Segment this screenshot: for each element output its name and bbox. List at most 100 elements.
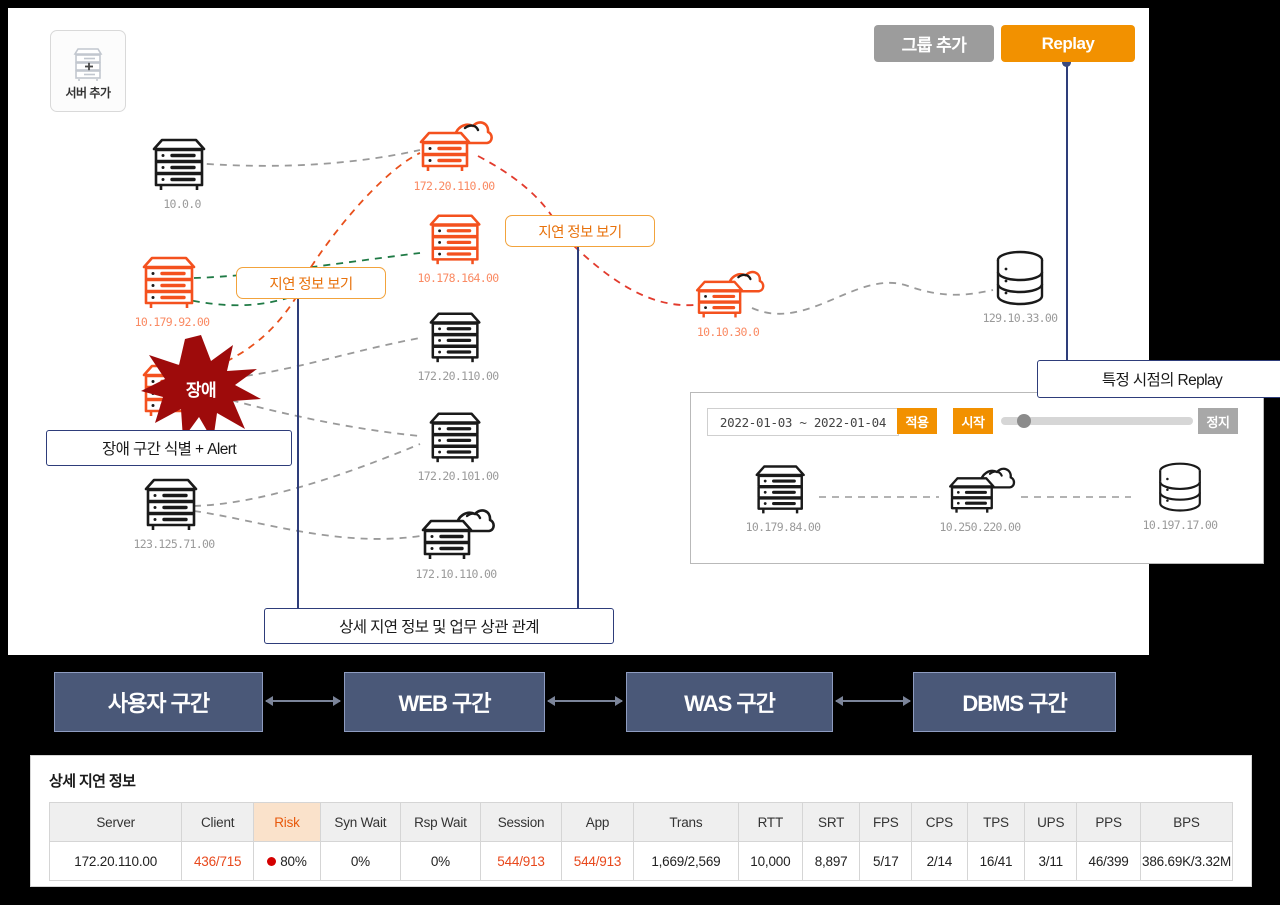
col-server[interactable]: Server bbox=[48, 802, 183, 842]
server-icon bbox=[152, 138, 206, 190]
col-risk[interactable]: Risk bbox=[253, 802, 321, 842]
replay-node-10-179-84-00[interactable]: 10.179.84.00 bbox=[735, 459, 831, 534]
zone-web[interactable]: WEB 구간 bbox=[344, 672, 545, 732]
callout-fault-alert[interactable]: 장애 구간 식별 + Alert bbox=[46, 430, 292, 466]
add-server-button[interactable]: 서버 추가 bbox=[50, 30, 126, 112]
zone-label: WEB 구간 bbox=[398, 691, 492, 716]
cell-ups: 3/11 bbox=[1024, 841, 1078, 881]
node-123-125-71-00[interactable]: 123.125.71.00 bbox=[126, 472, 222, 551]
replay-node-10-197-17-00[interactable]: 10.197.17.00 bbox=[1132, 459, 1228, 532]
node-172-20-110-00[interactable]: 172.20.110.00 bbox=[410, 306, 506, 383]
cell-rtt: 10,000 bbox=[737, 841, 803, 881]
replay-panel: 2022-01-03 ~ 2022-01-04 적용 시작 정지 10.179.… bbox=[690, 392, 1264, 564]
replay-node-10-250-220-00[interactable]: 10.250.220.00 bbox=[932, 463, 1028, 534]
node-172-20-101-00[interactable]: 172.20.101.00 bbox=[410, 406, 506, 483]
zone-label: WAS 구간 bbox=[684, 691, 776, 716]
node-172-20-110-00-cloud[interactable]: 172.20.110.00 bbox=[406, 116, 502, 193]
apply-button[interactable]: 적용 bbox=[897, 408, 937, 434]
server-icon bbox=[429, 312, 481, 363]
callout-detail-latency[interactable]: 상세 지연 정보 및 업무 상관 관계 bbox=[264, 608, 614, 644]
date-range-input[interactable]: 2022-01-03 ~ 2022-01-04 bbox=[707, 408, 899, 436]
table-row[interactable]: 172.20.110.00 436/715 80% 0% 0% 544/913 … bbox=[48, 841, 1233, 881]
node-ip: 10.179.92.00 bbox=[134, 315, 210, 329]
node-10-0-0[interactable]: 10.0.0 bbox=[134, 132, 230, 211]
node-10-179-92-00[interactable]: 10.179.92.00 bbox=[124, 250, 220, 329]
col-rtt[interactable]: RTT bbox=[737, 802, 803, 842]
risk-value: 80% bbox=[280, 853, 307, 869]
database-icon bbox=[1159, 462, 1201, 512]
node-ip: 129.10.33.00 bbox=[982, 311, 1058, 325]
server-plus-icon bbox=[73, 47, 103, 81]
stop-label: 정지 bbox=[1206, 414, 1230, 430]
cell-srt: 8,897 bbox=[801, 841, 861, 881]
callout-latency-1[interactable]: 지연 정보 보기 bbox=[236, 267, 386, 299]
node-ip: 10.178.164.00 bbox=[417, 271, 500, 285]
col-bps[interactable]: BPS bbox=[1140, 802, 1233, 842]
node-129-10-33-00-db[interactable]: 129.10.33.00 bbox=[972, 248, 1068, 325]
col-app[interactable]: App bbox=[561, 802, 634, 842]
add-server-label: 서버 추가 bbox=[65, 85, 112, 100]
zone-bar: 사용자 구간 WEB 구간 WAS 구간 DBMS 구간 bbox=[0, 672, 1280, 734]
callout-latency-2[interactable]: 지연 정보 보기 bbox=[505, 215, 655, 247]
start-button[interactable]: 시작 bbox=[953, 408, 993, 434]
node-ip: 123.125.71.00 bbox=[133, 537, 216, 551]
database-icon bbox=[996, 250, 1044, 306]
col-trans[interactable]: Trans bbox=[632, 802, 739, 842]
node-172-10-110-00-cloud[interactable]: 172.10.110.00 bbox=[408, 504, 504, 581]
server-icon bbox=[429, 214, 481, 265]
node-ip: 172.20.110.00 bbox=[413, 179, 496, 193]
zone-arrow-2 bbox=[547, 696, 623, 706]
stop-button[interactable]: 정지 bbox=[1198, 408, 1238, 434]
callout-line-detail-left bbox=[297, 288, 299, 618]
replay-button[interactable]: Replay bbox=[1001, 25, 1135, 62]
col-fps[interactable]: FPS bbox=[859, 802, 913, 842]
detail-table-title: 상세 지연 정보 bbox=[49, 773, 136, 790]
callout-replay-timepoint[interactable]: 특정 시점의 Replay bbox=[1037, 360, 1280, 398]
node-ip: 10.197.17.00 bbox=[1142, 518, 1218, 532]
replay-label: Replay bbox=[1041, 33, 1095, 53]
replay-slider-thumb[interactable] bbox=[1017, 414, 1031, 428]
col-client[interactable]: Client bbox=[181, 802, 255, 842]
col-syn-wait[interactable]: Syn Wait bbox=[319, 802, 401, 842]
callout-line-replay bbox=[1066, 63, 1068, 376]
callout-label: 지연 정보 보기 bbox=[538, 224, 622, 241]
col-srt[interactable]: SRT bbox=[801, 802, 861, 842]
group-add-label: 그룹 추가 bbox=[901, 36, 967, 55]
cloud-server-icon bbox=[421, 509, 495, 559]
node-ip: 10.10.30.0 bbox=[696, 325, 760, 339]
fault-burst-badge[interactable]: 장애 bbox=[141, 333, 261, 443]
cell-tps: 16/41 bbox=[966, 841, 1026, 881]
detail-latency-panel: 상세 지연 정보 Server Client Risk Syn Wait Rsp… bbox=[30, 755, 1252, 887]
start-label: 시작 bbox=[961, 414, 985, 430]
server-icon bbox=[142, 256, 196, 308]
col-rsp-wait[interactable]: Rsp Wait bbox=[399, 802, 481, 842]
col-cps[interactable]: CPS bbox=[911, 802, 968, 842]
risk-dot-icon bbox=[267, 857, 277, 867]
cloud-server-icon bbox=[949, 467, 1016, 513]
apply-label: 적용 bbox=[905, 414, 929, 430]
cell-app: 544/913 bbox=[561, 841, 634, 881]
zone-user[interactable]: 사용자 구간 bbox=[54, 672, 263, 732]
zone-arrow-1 bbox=[265, 696, 341, 706]
node-ip: 172.10.110.00 bbox=[415, 567, 498, 581]
node-10-10-30-0-cloud[interactable]: 10.10.30.0 bbox=[680, 266, 776, 339]
col-session[interactable]: Session bbox=[479, 802, 563, 842]
col-pps[interactable]: PPS bbox=[1076, 802, 1142, 842]
server-icon bbox=[755, 465, 805, 514]
node-ip: 10.250.220.00 bbox=[939, 520, 1022, 534]
node-10-178-164-00[interactable]: 10.178.164.00 bbox=[410, 208, 506, 285]
cloud-server-icon bbox=[695, 270, 765, 318]
node-ip: 10.0.0 bbox=[163, 197, 201, 211]
fault-label: 장애 bbox=[185, 380, 217, 400]
group-add-button[interactable]: 그룹 추가 bbox=[874, 25, 994, 62]
zone-was[interactable]: WAS 구간 bbox=[626, 672, 833, 732]
server-icon bbox=[144, 478, 198, 530]
cell-rsp-wait: 0% bbox=[399, 841, 481, 881]
date-range-value: 2022-01-03 ~ 2022-01-04 bbox=[719, 414, 887, 430]
col-tps[interactable]: TPS bbox=[966, 802, 1026, 842]
callout-line-detail-right bbox=[577, 236, 579, 618]
col-ups[interactable]: UPS bbox=[1024, 802, 1078, 842]
zone-dbms[interactable]: DBMS 구간 bbox=[913, 672, 1116, 732]
cell-server: 172.20.110.00 bbox=[48, 841, 183, 881]
table-header-row: Server Client Risk Syn Wait Rsp Wait Ses… bbox=[48, 802, 1233, 842]
